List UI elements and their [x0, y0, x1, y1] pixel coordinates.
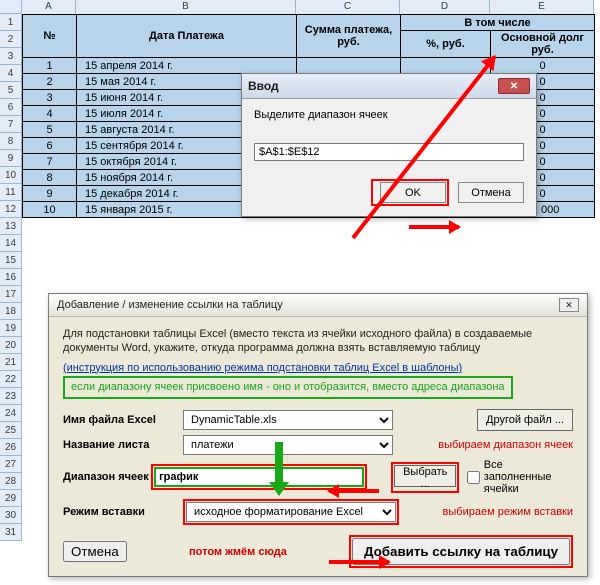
all-filled-checkbox[interactable] [467, 471, 480, 484]
row-header[interactable]: 22 [0, 371, 22, 388]
row-header[interactable]: 31 [0, 524, 22, 541]
row-header[interactable]: 2 [0, 31, 22, 48]
col-header-d[interactable]: D [400, 0, 490, 14]
cell[interactable]: 0 [491, 58, 595, 74]
row-header[interactable]: 14 [0, 235, 22, 252]
label-mode: Режим вставки [63, 506, 183, 518]
row-header[interactable]: 12 [0, 201, 22, 218]
row-header[interactable]: 26 [0, 439, 22, 456]
row-header[interactable]: 11 [0, 184, 22, 201]
input-dialog: Ввод ✕ Выделите диапазон ячеек OK Отмена [241, 73, 537, 217]
cell[interactable]: 3 [23, 90, 77, 106]
cancel-button-2[interactable]: Отмена [63, 541, 127, 562]
input-dialog-title: Ввод [248, 79, 279, 93]
row-header[interactable]: 15 [0, 252, 22, 269]
row-header[interactable]: 10 [0, 167, 22, 184]
sheet-select[interactable]: платежи [183, 435, 393, 455]
header-main-debt: Основной долг руб. [491, 31, 595, 58]
close-icon[interactable]: ✕ [559, 298, 579, 312]
cell[interactable]: 1 [23, 58, 77, 74]
row-header[interactable]: 6 [0, 99, 22, 116]
cell[interactable]: 9 [23, 186, 77, 202]
close-icon[interactable]: ✕ [498, 78, 530, 94]
cell[interactable]: 7 [23, 154, 77, 170]
row-header[interactable]: 18 [0, 303, 22, 320]
row-header[interactable]: 20 [0, 337, 22, 354]
input-dialog-instruction: Выделите диапазон ячеек [254, 109, 524, 121]
row-header[interactable]: 29 [0, 490, 22, 507]
header-percent: %, руб. [401, 31, 491, 58]
arrow-annotation [329, 560, 389, 564]
label-file: Имя файла Excel [63, 414, 183, 426]
row-header[interactable]: 28 [0, 473, 22, 490]
other-file-button[interactable]: Другой файл ... [477, 409, 573, 431]
col-header-c[interactable]: C [296, 0, 400, 14]
row-header[interactable]: 1 [0, 14, 22, 31]
cancel-button[interactable]: Отмена [458, 182, 524, 203]
select-range-button[interactable]: Выбрать ... [394, 465, 456, 487]
row-header[interactable]: 9 [0, 150, 22, 167]
all-filled-text: Все заполненные ячейки [484, 459, 573, 495]
col-header-e[interactable]: E [490, 0, 594, 14]
header-sum: Сумма платежа, руб. [297, 15, 401, 58]
row-header[interactable]: 16 [0, 269, 22, 286]
row-header[interactable]: 19 [0, 320, 22, 337]
row-header[interactable]: 23 [0, 388, 22, 405]
annotation-range: выбираем диапазон ячеек [438, 439, 573, 451]
row-header[interactable]: 4 [0, 65, 22, 82]
header-group: В том числе [401, 15, 595, 31]
annotation-mode: выбираем режим вставки [443, 506, 573, 518]
mode-select[interactable]: исходное форматирование Excel [186, 502, 396, 522]
file-select[interactable]: DynamicTable.xls [183, 410, 393, 430]
arrow-annotation [409, 225, 459, 229]
label-sheet: Название листа [63, 439, 183, 451]
cell[interactable]: 5 [23, 122, 77, 138]
row-header[interactable]: 8 [0, 133, 22, 150]
range-input[interactable] [254, 143, 524, 161]
header-date: Дата Платежа [77, 15, 297, 58]
all-filled-checkbox-label[interactable]: Все заполненные ячейки [467, 459, 573, 495]
arrow-annotation [271, 442, 287, 496]
dialog-intro-text: Для подстановки таблицы Excel (вместо те… [63, 327, 573, 356]
col-header-a[interactable]: A [22, 0, 76, 14]
cell[interactable]: 10 [23, 202, 77, 218]
row-header[interactable]: 3 [0, 48, 22, 65]
row-header[interactable]: 7 [0, 116, 22, 133]
label-range: Диапазон ячеек [63, 471, 151, 483]
row-header[interactable]: 30 [0, 507, 22, 524]
green-note: если диапазону ячеек присвоено имя - оно… [63, 376, 513, 400]
arrow-annotation [329, 489, 379, 493]
cell[interactable]: 8 [23, 170, 77, 186]
table-row[interactable]: 115 апреля 2014 г. 0 [23, 58, 595, 74]
row-header[interactable]: 17 [0, 286, 22, 303]
cell[interactable] [401, 58, 491, 74]
header-number: № [23, 15, 77, 58]
row-header[interactable]: 13 [0, 218, 22, 235]
row-header[interactable]: 24 [0, 405, 22, 422]
cell[interactable] [297, 58, 401, 74]
row-header[interactable]: 5 [0, 82, 22, 99]
cell[interactable]: 15 апреля 2014 г. [77, 58, 297, 74]
row-header[interactable]: 25 [0, 422, 22, 439]
cell[interactable]: 2 [23, 74, 77, 90]
cell[interactable]: 4 [23, 106, 77, 122]
add-link-dialog-title: Добавление / изменение ссылки на таблицу [57, 299, 283, 311]
cell[interactable]: 6 [23, 138, 77, 154]
row-header[interactable]: 21 [0, 354, 22, 371]
row-header[interactable]: 27 [0, 456, 22, 473]
add-link-dialog: Добавление / изменение ссылки на таблицу… [48, 293, 588, 577]
instruction-link[interactable]: (инструкция по использованию режима подс… [63, 362, 462, 374]
col-header-b[interactable]: B [76, 0, 296, 14]
annotation-bottom: потом жмём сюда [189, 546, 287, 558]
select-all-corner[interactable] [0, 0, 22, 14]
